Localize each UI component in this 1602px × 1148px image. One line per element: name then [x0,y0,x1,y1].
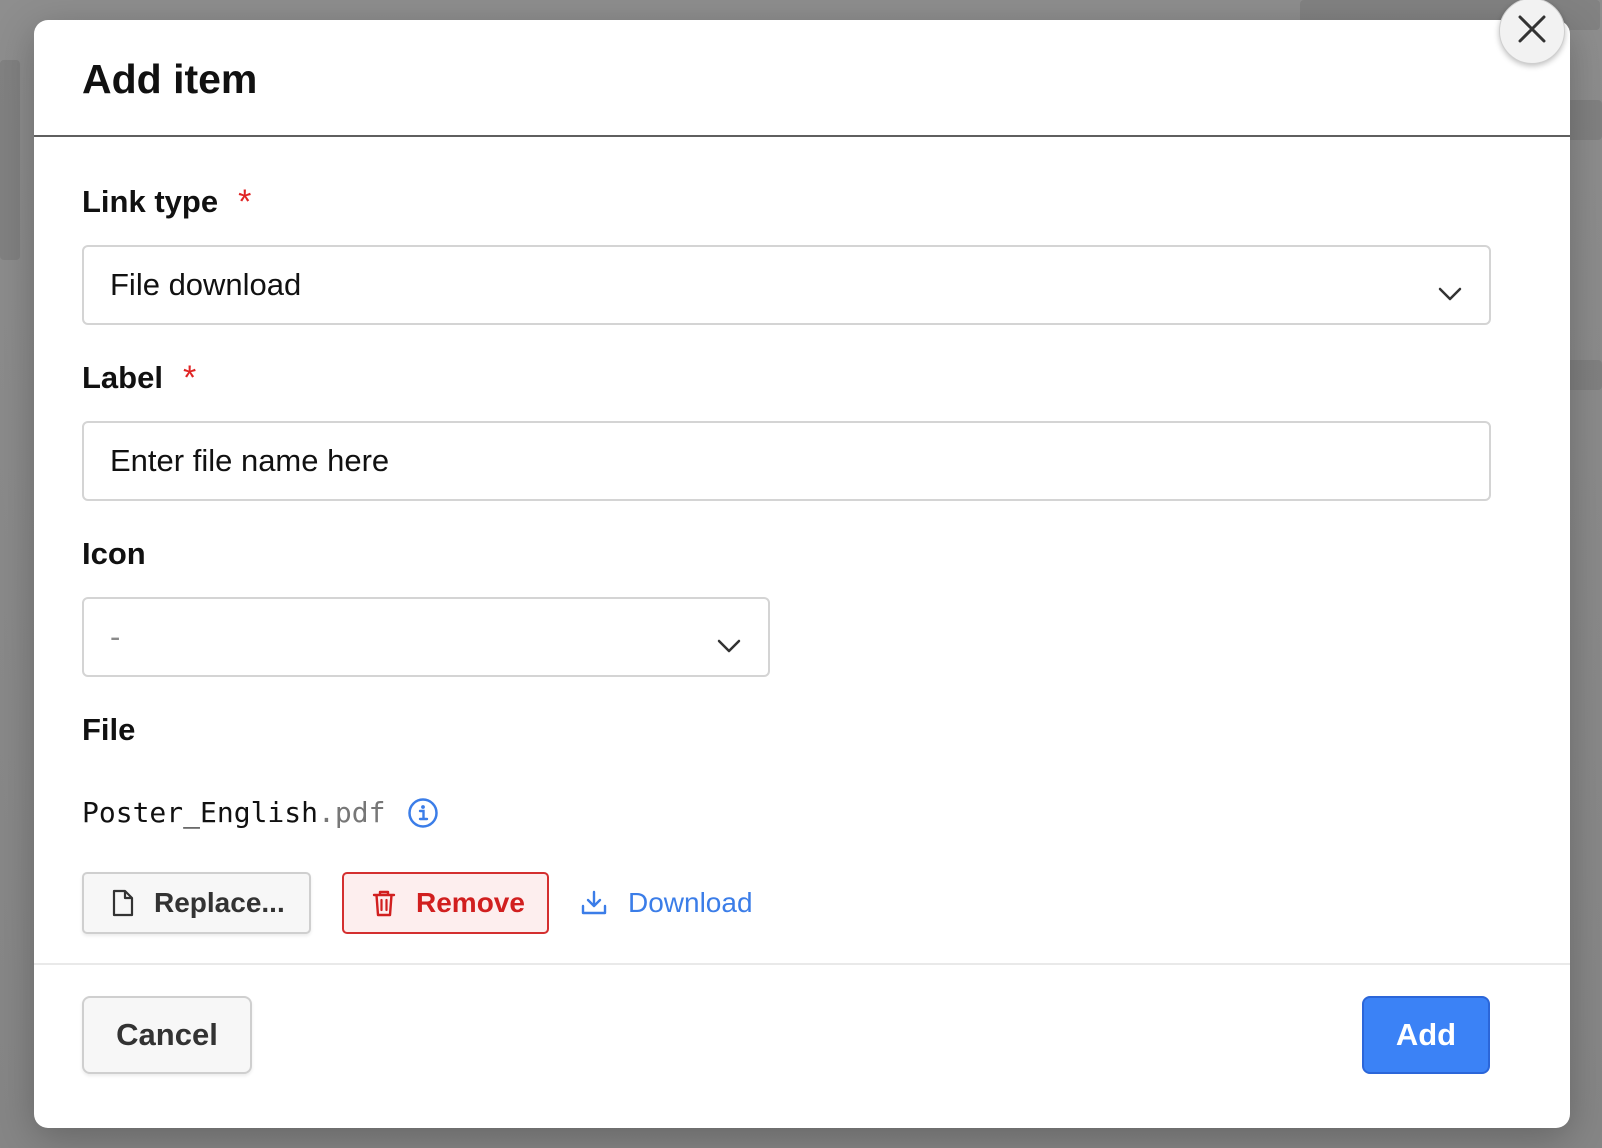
footer-divider [34,963,1570,965]
link-type-select[interactable]: File download [82,245,1491,325]
dialog-header: Add item [34,20,1570,137]
info-icon[interactable] [407,797,439,829]
download-icon [580,889,608,917]
file-icon [112,889,134,917]
link-type-label-text: Link type [82,184,219,219]
replace-file-label: Replace... [154,887,285,918]
file-field-label: File [82,712,135,748]
remove-file-button[interactable]: Remove [342,872,549,934]
download-file-link[interactable]: Download [580,872,780,934]
icon-field-label: Icon [82,536,146,572]
label-field-label: Label * [82,360,196,396]
close-dialog-button[interactable] [1499,0,1565,64]
close-icon [1515,12,1549,51]
add-item-dialog: Add item Link type * File download Label… [34,20,1570,1128]
link-type-label: Link type * [82,184,251,220]
icon-select-value: - [110,619,121,654]
label-field-label-text: Label [82,360,163,395]
background-content [0,60,20,260]
chevron-down-icon [716,627,742,663]
download-file-label: Download [628,887,753,918]
icon-select[interactable]: - [82,597,770,677]
dialog-title: Add item [82,56,258,102]
file-name: Poster_English .pdf [82,796,439,829]
replace-file-button[interactable]: Replace... [82,872,311,934]
file-extension: .pdf [318,796,386,829]
link-type-value: File download [110,267,302,302]
label-input[interactable]: Enter file name here [82,421,1491,501]
trash-icon [372,889,396,917]
required-asterisk: * [238,183,252,221]
chevron-down-icon [1437,275,1463,311]
file-field-label-text: File [82,712,136,747]
file-base-name: Poster_English [82,796,319,829]
icon-field-label-text: Icon [82,536,146,571]
label-input-placeholder: Enter file name here [110,443,390,478]
required-asterisk: * [182,359,197,397]
add-button[interactable]: Add [1362,996,1490,1074]
cancel-button[interactable]: Cancel [82,996,252,1074]
remove-file-label: Remove [416,887,525,918]
